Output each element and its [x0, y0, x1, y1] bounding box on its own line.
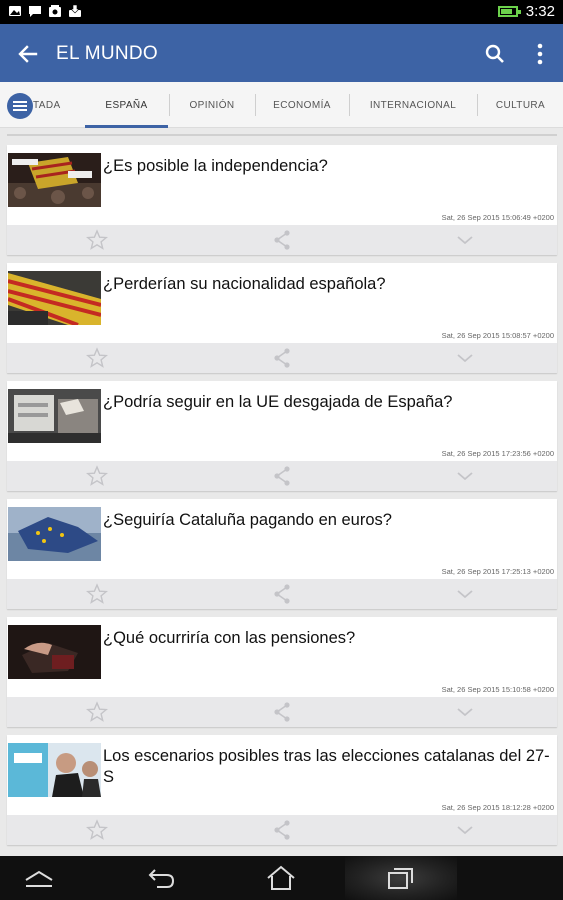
star-icon[interactable] [86, 229, 108, 251]
home-icon[interactable] [264, 864, 298, 892]
article-actions [7, 343, 557, 373]
article-card[interactable]: ¿Podría seguir en la UE desgajada de Esp… [7, 381, 557, 491]
notification-icons [8, 4, 82, 18]
article-thumbnail [8, 389, 101, 443]
tab-cultura[interactable]: CULTURA [478, 82, 563, 128]
chevron-down-icon[interactable] [454, 819, 476, 841]
article-date: Sat, 26 Sep 2015 15:06:49 +0200 [441, 213, 554, 222]
recent-apps-icon[interactable] [384, 864, 418, 892]
article-actions [7, 697, 557, 727]
article-actions [7, 461, 557, 491]
collapse-icon[interactable] [22, 864, 56, 892]
article-title[interactable]: ¿Podría seguir en la UE desgajada de Esp… [103, 392, 553, 413]
article-thumbnail [8, 507, 101, 561]
back-arrow-icon[interactable] [14, 40, 42, 68]
article-card[interactable]: ¿Qué ocurriría con las pensiones? Sat, 2… [7, 617, 557, 727]
article-thumbnail [8, 271, 101, 325]
tab-opinion[interactable]: OPINIÓN [170, 82, 254, 128]
article-actions [7, 579, 557, 609]
star-icon[interactable] [86, 701, 108, 723]
article-date: Sat, 26 Sep 2015 18:12:28 +0200 [441, 803, 554, 812]
article-thumbnail [8, 743, 101, 797]
article-title[interactable]: ¿Es posible la independencia? [103, 156, 553, 177]
article-actions [7, 815, 557, 845]
battery-icon [497, 6, 521, 17]
app-title: EL MUNDO [56, 43, 158, 64]
article-card[interactable]: ¿Perderían su nacionalidad española? Sat… [7, 263, 557, 373]
article-actions [7, 225, 557, 255]
article-card[interactable]: ¿Seguiría Cataluña pagando en euros? Sat… [7, 499, 557, 609]
article-title[interactable]: ¿Perderían su nacionalidad española? [103, 274, 553, 295]
app-bar: EL MUNDO [0, 24, 563, 82]
star-icon[interactable] [86, 465, 108, 487]
chevron-down-icon[interactable] [454, 583, 476, 605]
status-bar: 3:32 [0, 0, 563, 24]
star-icon[interactable] [86, 347, 108, 369]
article-title[interactable]: ¿Qué ocurriría con las pensiones? [103, 628, 553, 649]
article-title[interactable]: Los escenarios posibles tras las eleccio… [103, 746, 553, 788]
chat-icon [29, 6, 41, 17]
article-date: Sat, 26 Sep 2015 17:23:56 +0200 [441, 449, 554, 458]
tab-internacional[interactable]: INTERNACIONAL [350, 82, 476, 128]
list-divider [7, 134, 557, 136]
back-icon[interactable] [145, 864, 179, 892]
tab-tada[interactable]: TADA [33, 82, 67, 128]
tab-espana[interactable]: ESPAÑA [85, 82, 168, 128]
article-thumbnail [8, 625, 101, 679]
article-title[interactable]: ¿Seguiría Cataluña pagando en euros? [103, 510, 553, 531]
article-card[interactable]: Los escenarios posibles tras las eleccio… [7, 735, 557, 845]
system-nav-bar [0, 856, 563, 900]
article-thumbnail [8, 153, 101, 207]
article-date: Sat, 26 Sep 2015 15:10:58 +0200 [441, 685, 554, 694]
article-date: Sat, 26 Sep 2015 15:08:57 +0200 [441, 331, 554, 340]
status-time: 3:32 [525, 3, 555, 20]
section-tabs: TADA ESPAÑA OPINIÓN ECONOMÍA INTERNACION… [0, 82, 563, 128]
article-card[interactable]: ¿Es posible la independencia? Sat, 26 Se… [7, 145, 557, 255]
chevron-down-icon[interactable] [454, 229, 476, 251]
share-icon[interactable] [271, 229, 293, 251]
more-options-icon[interactable] [530, 41, 550, 67]
star-icon[interactable] [86, 583, 108, 605]
article-date: Sat, 26 Sep 2015 17:25:13 +0200 [441, 567, 554, 576]
share-icon[interactable] [271, 347, 293, 369]
photo-icon [49, 5, 61, 17]
menu-icon[interactable] [7, 93, 33, 119]
share-icon[interactable] [271, 465, 293, 487]
download-icon [69, 4, 81, 17]
chevron-down-icon[interactable] [454, 347, 476, 369]
share-icon[interactable] [271, 819, 293, 841]
tab-economia[interactable]: ECONOMÍA [256, 82, 348, 128]
image-icon [9, 6, 21, 16]
chevron-down-icon[interactable] [454, 701, 476, 723]
search-icon[interactable] [482, 41, 508, 67]
star-icon[interactable] [86, 819, 108, 841]
share-icon[interactable] [271, 701, 293, 723]
chevron-down-icon[interactable] [454, 465, 476, 487]
share-icon[interactable] [271, 583, 293, 605]
